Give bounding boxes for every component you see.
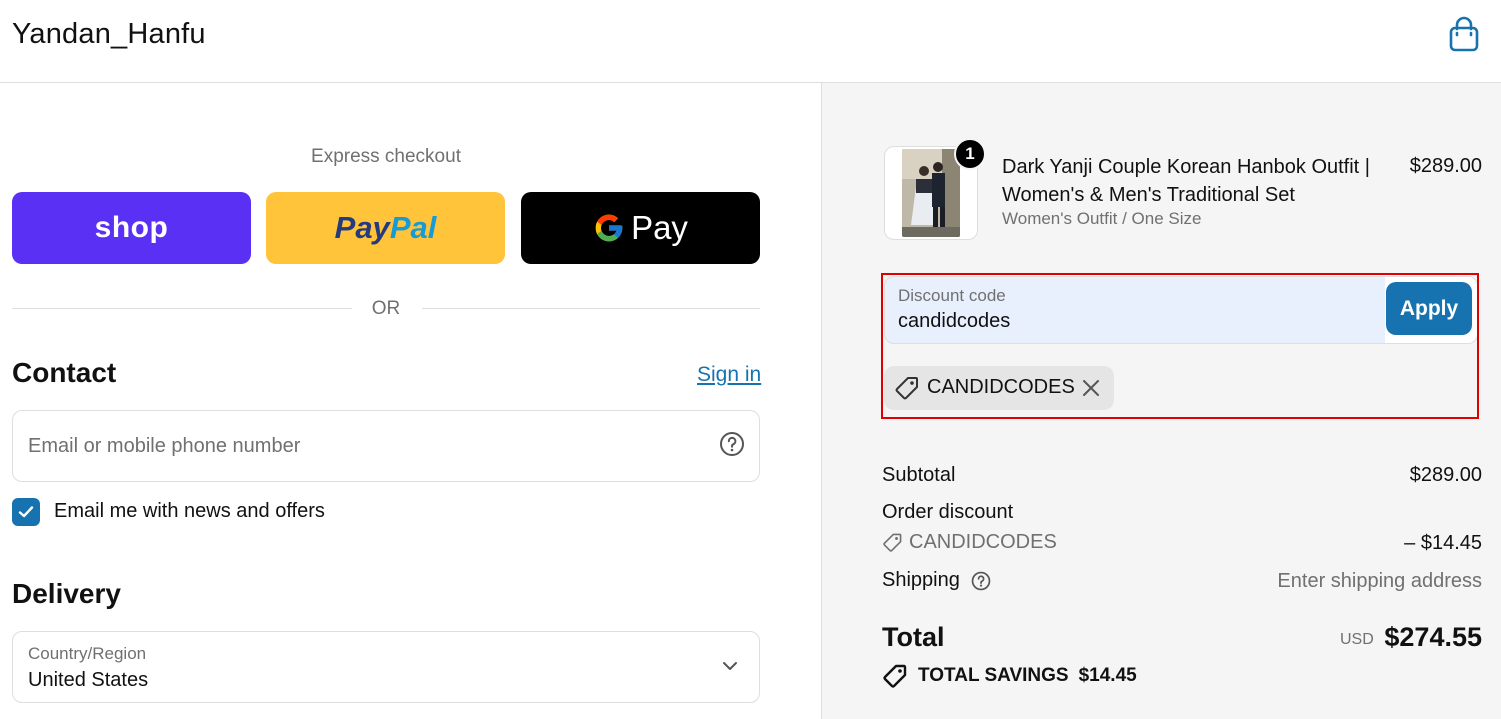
checkmark-icon — [18, 506, 34, 518]
subtotal-value: $289.00 — [1409, 464, 1482, 486]
country-select[interactable]: Country/Region United States — [12, 631, 760, 703]
google-pay-logo: Pay — [593, 209, 688, 247]
paypal-button[interactable]: PayPal — [266, 192, 505, 264]
or-divider: OR — [12, 296, 760, 322]
country-label: Country/Region — [28, 644, 147, 663]
order-discount-code: CANDIDCODES — [882, 531, 1057, 554]
shopping-bag-icon — [1449, 16, 1479, 52]
order-discount-label: Order discount — [882, 501, 1014, 523]
total-savings-label: TOTAL SAVINGS — [918, 665, 1069, 686]
shop-pay-button[interactable]: shop — [12, 192, 251, 264]
shipping-value: Enter shipping address — [1277, 570, 1482, 592]
shipping-label-row: Shipping — [882, 569, 991, 592]
store-name[interactable]: Yandan_Hanfu — [12, 18, 206, 51]
total-value: $274.55 — [1384, 622, 1482, 652]
highlight-box — [881, 273, 1479, 419]
quantity-badge: 1 — [954, 138, 986, 170]
sign-in-link[interactable]: Sign in — [697, 363, 761, 387]
cart-button[interactable] — [1446, 16, 1482, 54]
help-icon[interactable] — [971, 571, 991, 591]
product-image — [902, 149, 960, 237]
delivery-title: Delivery — [12, 578, 121, 609]
google-pay-button[interactable]: Pay — [521, 192, 760, 264]
tag-icon — [883, 664, 907, 688]
subtotal-label: Subtotal — [882, 464, 956, 486]
contact-title: Contact — [12, 357, 117, 388]
email-field — [12, 410, 760, 482]
total-savings-value: $14.45 — [1078, 665, 1137, 686]
newsletter-label: Email me with news and offers — [54, 500, 325, 522]
tag-icon — [883, 533, 902, 552]
product-price: $289.00 — [1409, 155, 1482, 177]
help-icon[interactable] — [719, 431, 745, 457]
header: Yandan_Hanfu — [0, 0, 1501, 83]
product-variant: Women's Outfit / One Size — [1002, 209, 1202, 228]
google-g-icon — [595, 214, 623, 242]
shop-pay-logo: shop — [94, 211, 169, 244]
newsletter-checkbox[interactable] — [12, 498, 40, 526]
paypal-logo: PayPal — [334, 210, 437, 245]
total-savings: TOTAL SAVINGS $14.45 — [882, 663, 1137, 689]
shipping-label: Shipping — [882, 569, 960, 591]
total-label: Total — [882, 622, 945, 652]
chevron-down-icon — [723, 662, 737, 670]
email-input[interactable] — [13, 411, 703, 481]
country-value: United States — [28, 669, 149, 691]
express-checkout-title: Express checkout — [311, 146, 461, 167]
product-title: Dark Yanji Couple Korean Hanbok Outfit |… — [1002, 156, 1370, 206]
order-discount-value: – $14.45 — [1404, 532, 1482, 554]
total-currency: USD — [1340, 631, 1374, 648]
